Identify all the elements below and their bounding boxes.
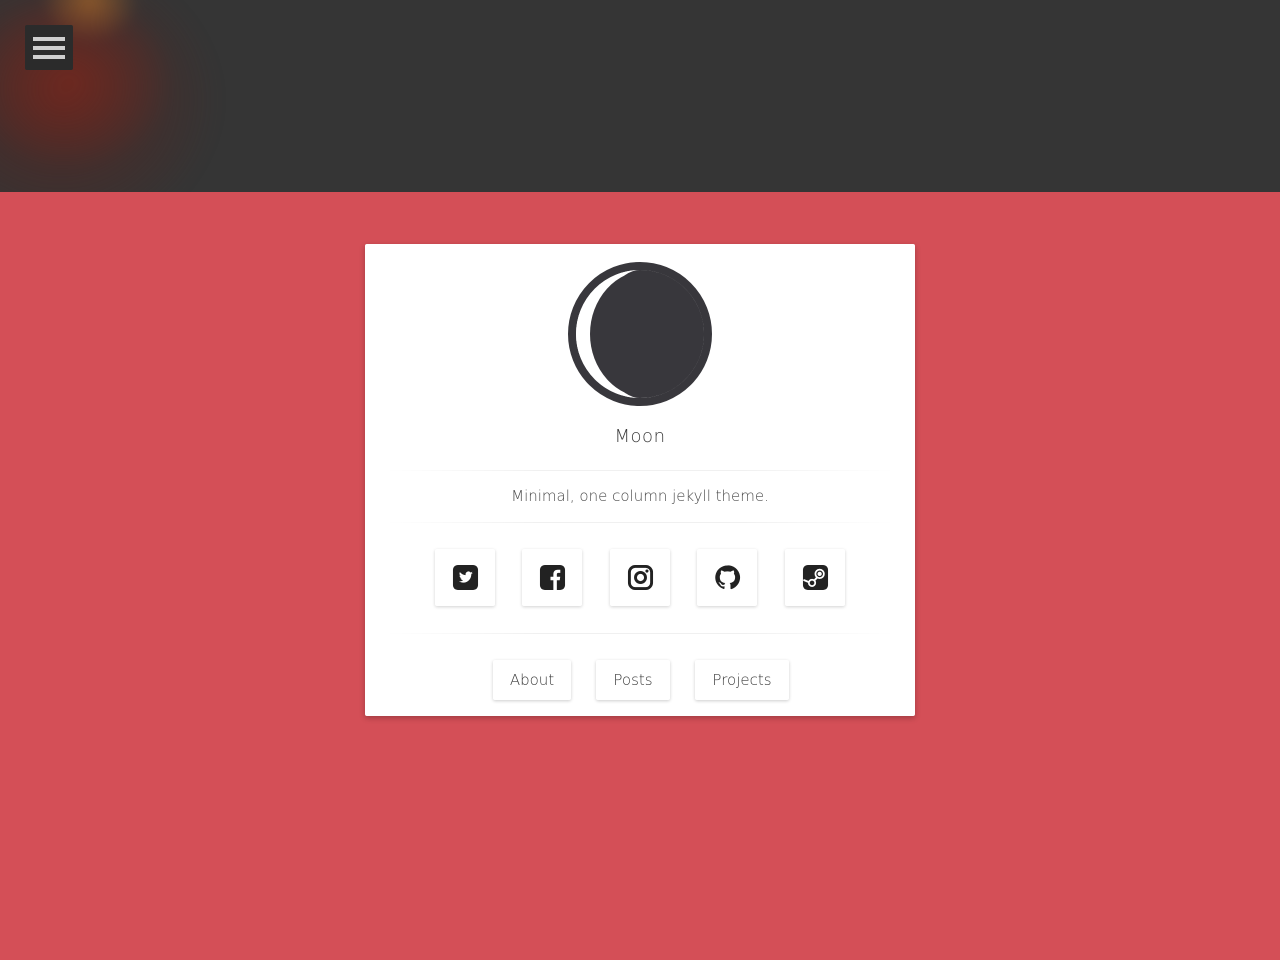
- profile-card: Moon Minimal, one column jekyll theme. A…: [365, 244, 915, 716]
- nav-projects-button[interactable]: Projects: [695, 660, 789, 700]
- github-icon: [714, 565, 740, 590]
- instagram-icon: [627, 564, 653, 591]
- steam-link[interactable]: [785, 549, 845, 606]
- site-tagline: Minimal, one column jekyll theme.: [511, 487, 769, 505]
- hamburger-menu-icon[interactable]: [25, 25, 73, 70]
- steam-icon: [802, 564, 828, 591]
- divider: [385, 633, 895, 634]
- header-banner: [0, 0, 1280, 192]
- twitter-icon: [452, 564, 478, 591]
- twitter-link[interactable]: [435, 549, 495, 606]
- facebook-icon: [539, 564, 565, 591]
- github-link[interactable]: [697, 549, 757, 606]
- site-title: Moon: [614, 426, 666, 447]
- nav-about-button[interactable]: About: [493, 660, 571, 700]
- divider: [385, 470, 895, 471]
- nav-posts-button[interactable]: Posts: [596, 660, 670, 700]
- instagram-link[interactable]: [610, 549, 670, 606]
- facebook-link[interactable]: [522, 549, 582, 606]
- divider: [385, 522, 895, 523]
- moon-icon: [568, 262, 712, 406]
